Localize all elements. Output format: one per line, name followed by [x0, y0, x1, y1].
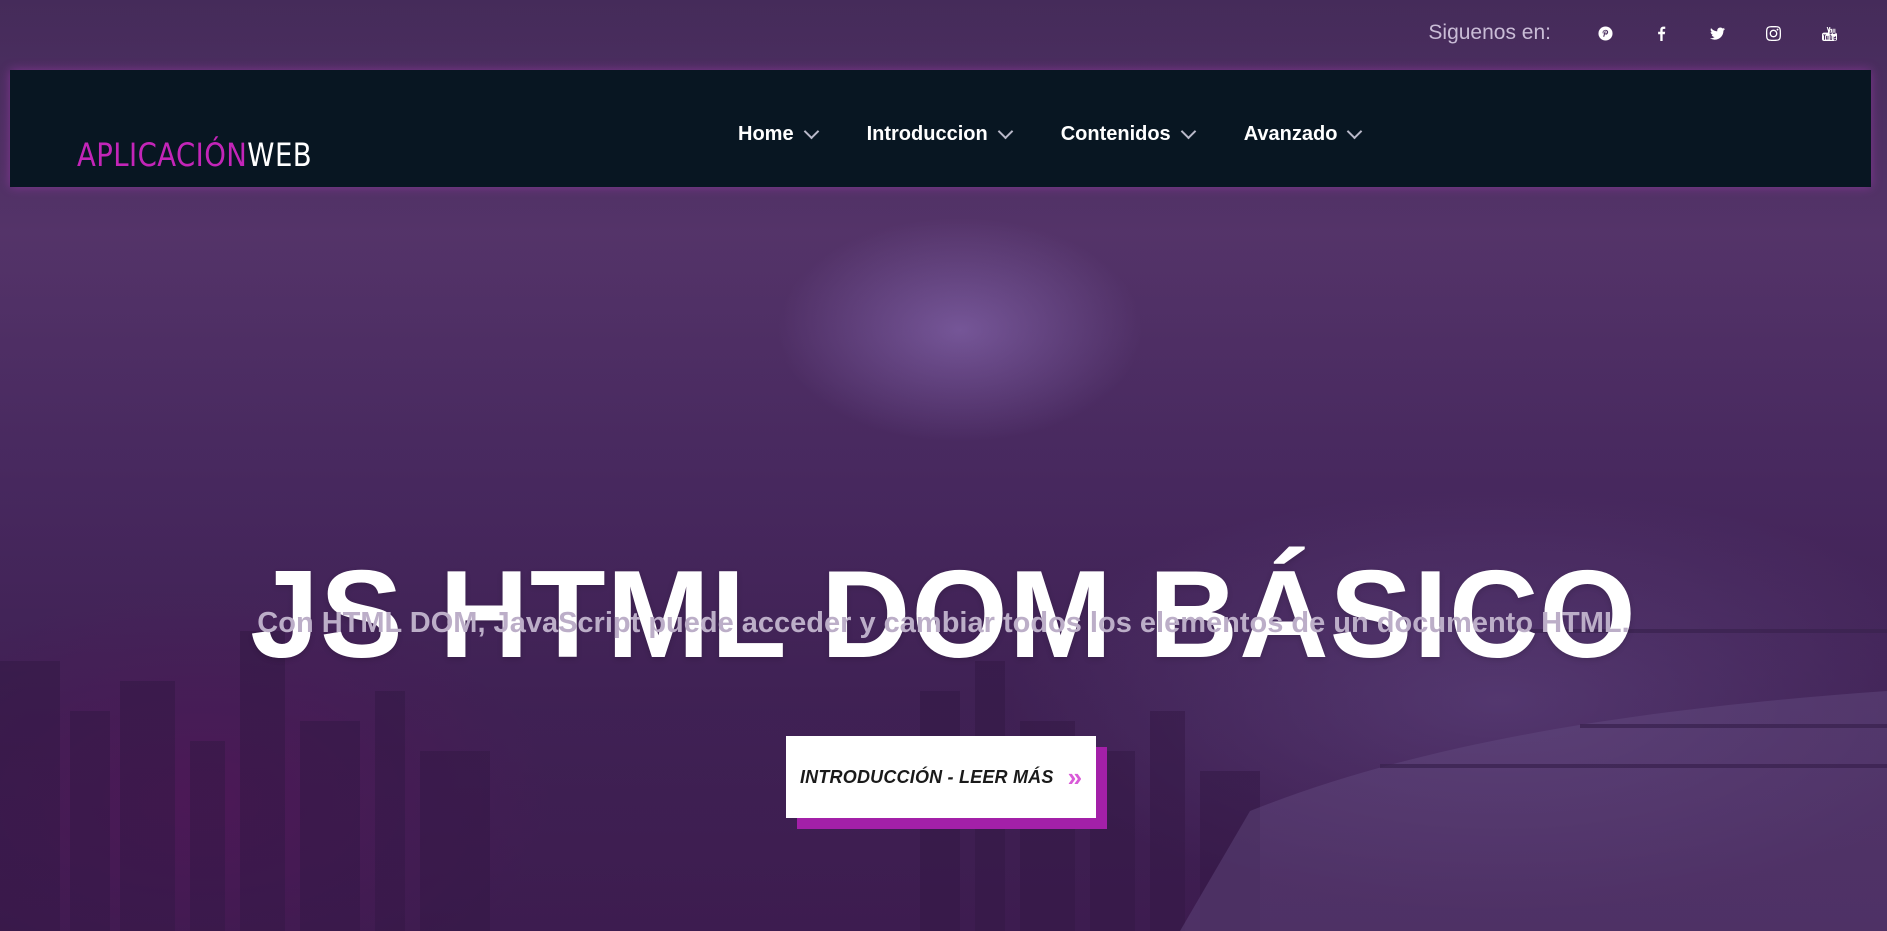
pinterest-icon[interactable]: [1577, 18, 1633, 48]
hero-subtitle: Con HTML DOM, JavaScript puede acceder y…: [257, 607, 1630, 639]
chevron-down-icon: [997, 123, 1013, 140]
twitter-icon[interactable]: [1689, 18, 1745, 48]
brand-logo-accent: APLICACIÓN: [77, 136, 248, 174]
nav-item-label: Home: [738, 123, 794, 145]
double-chevron-right-icon: »: [1067, 762, 1083, 792]
read-more-button[interactable]: INTRODUCCIÓN - LEER MÁS »: [786, 736, 1096, 818]
social-bar: Siguenos en:: [1428, 18, 1857, 48]
nav-item-label: Contenidos: [1060, 123, 1171, 145]
read-more-label: INTRODUCCIÓN - LEER MÁS: [799, 766, 1054, 787]
main-navbar: APLICACIÓNWEB Home Introduccion Contenid…: [10, 70, 1871, 187]
chevron-down-icon: [803, 123, 819, 140]
youtube-icon[interactable]: [1801, 18, 1857, 48]
brand-logo[interactable]: APLICACIÓNWEB: [77, 136, 312, 174]
nav-item-home[interactable]: Home: [738, 123, 819, 146]
nav-item-label: Avanzado: [1243, 123, 1338, 145]
chevron-down-icon: [1180, 123, 1196, 140]
cta-container: INTRODUCCIÓN - LEER MÁS »: [786, 736, 1107, 829]
nav-item-avanzado[interactable]: Avanzado: [1243, 123, 1363, 146]
instagram-icon[interactable]: [1745, 18, 1801, 48]
hero-section: Siguenos en: APLICACIÓNWEB Home Introduc…: [0, 0, 1887, 931]
chevron-down-icon: [1347, 123, 1363, 140]
follow-label: Siguenos en:: [1428, 21, 1551, 44]
nav-menu: Home Introduccion Contenidos Avanzado: [738, 70, 1410, 187]
brand-logo-text: WEB: [247, 136, 313, 174]
facebook-icon[interactable]: [1633, 18, 1689, 48]
nav-item-label: Introduccion: [866, 123, 988, 145]
nav-item-contenidos[interactable]: Contenidos: [1060, 123, 1196, 146]
nav-item-introduccion[interactable]: Introduccion: [866, 123, 1013, 146]
